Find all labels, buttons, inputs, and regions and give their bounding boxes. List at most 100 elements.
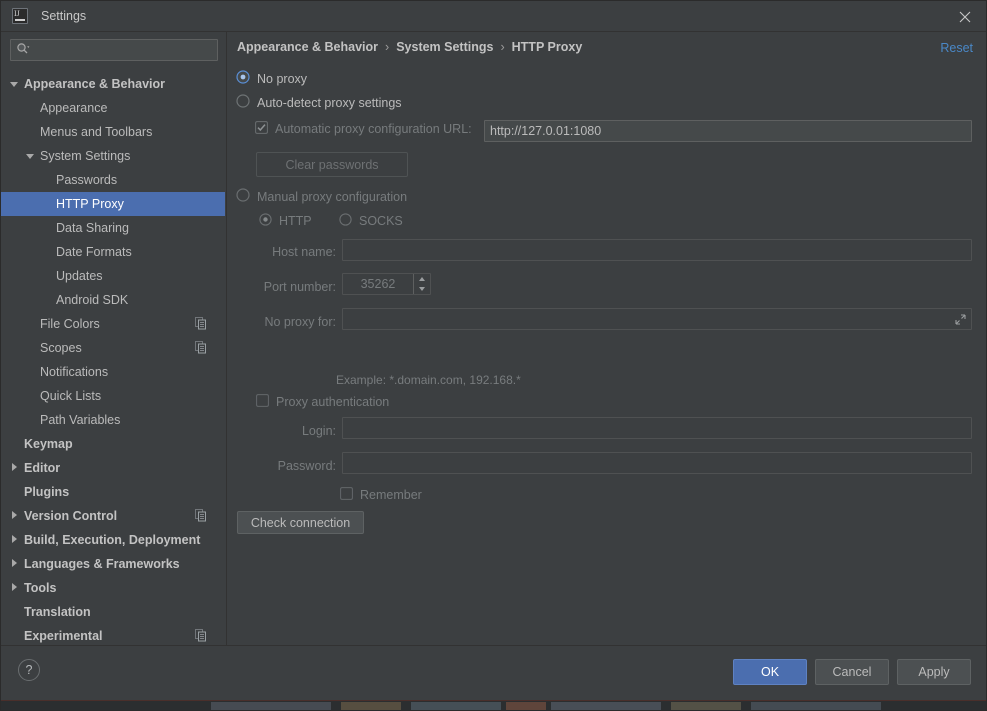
auto-config-url-input[interactable] (485, 121, 971, 141)
sidebar-item-android-sdk[interactable]: Android SDK (1, 288, 225, 312)
remember-checkbox-row[interactable]: Remember (340, 487, 422, 503)
password-field[interactable] (342, 452, 972, 474)
sidebar-item-build-execution-deployment[interactable]: Build, Execution, Deployment (1, 528, 225, 552)
sidebar-item-quick-lists[interactable]: Quick Lists (1, 384, 225, 408)
chevron-down-icon[interactable] (25, 150, 37, 162)
chevron-down-icon[interactable] (9, 78, 21, 90)
copy-settings-icon[interactable] (195, 341, 208, 354)
no-proxy-radio-row[interactable]: No proxy (236, 70, 307, 87)
copy-settings-icon[interactable] (195, 629, 208, 642)
apply-label: Apply (918, 665, 950, 679)
proxy-authentication-checkbox-row[interactable]: Proxy authentication (256, 394, 389, 410)
auto-detect-label: Auto-detect proxy settings (257, 95, 402, 110)
host-name-label: Host name: (272, 245, 336, 259)
copy-settings-icon[interactable] (195, 317, 208, 330)
login-field[interactable] (342, 417, 972, 439)
auto-config-url-label: Automatic proxy configuration URL: (275, 122, 472, 136)
sidebar-item-plugins[interactable]: Plugins (1, 480, 225, 504)
chevron-right-icon[interactable] (9, 462, 21, 474)
sidebar-item-label: Data Sharing (56, 221, 129, 235)
auto-detect-radio-row[interactable]: Auto-detect proxy settings (236, 94, 402, 111)
copy-settings-icon[interactable] (195, 509, 208, 522)
cancel-button[interactable]: Cancel (815, 659, 889, 685)
proxy-authentication-checkbox[interactable] (256, 394, 269, 410)
sidebar-item-keymap[interactable]: Keymap (1, 432, 225, 456)
login-label: Login: (301, 424, 336, 438)
chevron-right-icon[interactable] (9, 582, 21, 594)
sidebar-item-system-settings[interactable]: System Settings (1, 144, 225, 168)
search-input[interactable] (30, 41, 217, 59)
remember-checkbox[interactable] (340, 487, 353, 503)
window-title: Settings (41, 9, 87, 23)
check-connection-label: Check connection (250, 515, 351, 530)
chevron-right-icon[interactable] (9, 558, 21, 570)
port-number-input[interactable] (343, 274, 413, 294)
no-proxy-for-input[interactable] (343, 309, 971, 329)
breadcrumb-item-appearance-behavior[interactable]: Appearance & Behavior (237, 40, 378, 54)
auto-config-url-checkbox-row[interactable]: Automatic proxy configuration URL: (255, 121, 472, 137)
breadcrumb-item-system-settings[interactable]: System Settings (396, 40, 493, 54)
sidebar-item-label: Android SDK (56, 293, 129, 307)
sidebar-item-passwords[interactable]: Passwords (1, 168, 225, 192)
sidebar-item-updates[interactable]: Updates (1, 264, 225, 288)
port-increment-icon[interactable] (414, 274, 429, 284)
clear-passwords-button[interactable]: Clear passwords (256, 152, 408, 177)
ok-button[interactable]: OK (733, 659, 807, 685)
login-input[interactable] (343, 418, 971, 438)
reset-link[interactable]: Reset (940, 41, 973, 55)
remember-label: Remember (360, 488, 422, 502)
sidebar-item-label: Plugins (24, 485, 70, 499)
sidebar-item-editor[interactable]: Editor (1, 456, 225, 480)
sidebar-item-menus-and-toolbars[interactable]: Menus and Toolbars (1, 120, 225, 144)
password-label: Password: (277, 459, 336, 473)
sidebar-item-path-variables[interactable]: Path Variables (1, 408, 225, 432)
sidebar-item-data-sharing[interactable]: Data Sharing (1, 216, 225, 240)
sidebar-item-languages-frameworks[interactable]: Languages & Frameworks (1, 552, 225, 576)
host-name-field[interactable] (342, 239, 972, 261)
manual-proxy-radio[interactable] (236, 188, 250, 205)
protocol-http-radio[interactable] (259, 213, 272, 229)
port-number-stepper[interactable] (342, 273, 431, 295)
sidebar-item-date-formats[interactable]: Date Formats (1, 240, 225, 264)
no-proxy-radio[interactable] (236, 70, 250, 87)
dialog-footer: ? OK Cancel Apply (1, 645, 986, 700)
expand-icon[interactable] (954, 313, 967, 326)
protocol-http-radio-row[interactable]: HTTP (259, 213, 312, 229)
sidebar-item-appearance[interactable]: Appearance (1, 96, 225, 120)
port-decrement-icon[interactable] (414, 284, 429, 294)
sidebar-item-label: System Settings (40, 149, 131, 163)
sidebar-item-appearance-behavior[interactable]: Appearance & Behavior (1, 72, 225, 96)
auto-detect-radio[interactable] (236, 94, 250, 111)
sidebar-item-label: Languages & Frameworks (24, 557, 180, 571)
search-field[interactable] (10, 39, 218, 61)
host-name-input[interactable] (343, 240, 971, 260)
apply-button[interactable]: Apply (897, 659, 971, 685)
password-input[interactable] (343, 453, 971, 473)
auto-config-url-checkbox[interactable] (255, 121, 268, 137)
sidebar-item-http-proxy[interactable]: HTTP Proxy (1, 192, 225, 216)
sidebar-item-label: Path Variables (40, 413, 121, 427)
sidebar-item-version-control[interactable]: Version Control (1, 504, 225, 528)
help-icon[interactable]: ? (18, 659, 40, 681)
check-connection-button[interactable]: Check connection (237, 511, 364, 534)
auto-config-url-field[interactable] (484, 120, 972, 142)
no-proxy-for-field[interactable] (342, 308, 972, 330)
sidebar-item-translation[interactable]: Translation (1, 600, 225, 624)
sidebar-item-tools[interactable]: Tools (1, 576, 225, 600)
close-icon[interactable] (942, 1, 986, 32)
sidebar-item-file-colors[interactable]: File Colors (1, 312, 225, 336)
search-icon (16, 42, 30, 59)
port-number-spinner[interactable] (413, 274, 429, 294)
protocol-socks-radio-row[interactable]: SOCKS (339, 213, 403, 229)
sidebar-item-notifications[interactable]: Notifications (1, 360, 225, 384)
chevron-right-icon[interactable] (9, 510, 21, 522)
manual-proxy-radio-row[interactable]: Manual proxy configuration (236, 188, 407, 205)
chevron-right-icon[interactable] (9, 534, 21, 546)
sidebar-item-scopes[interactable]: Scopes (1, 336, 225, 360)
protocol-socks-radio[interactable] (339, 213, 352, 229)
sidebar-item-label: Keymap (24, 437, 73, 451)
